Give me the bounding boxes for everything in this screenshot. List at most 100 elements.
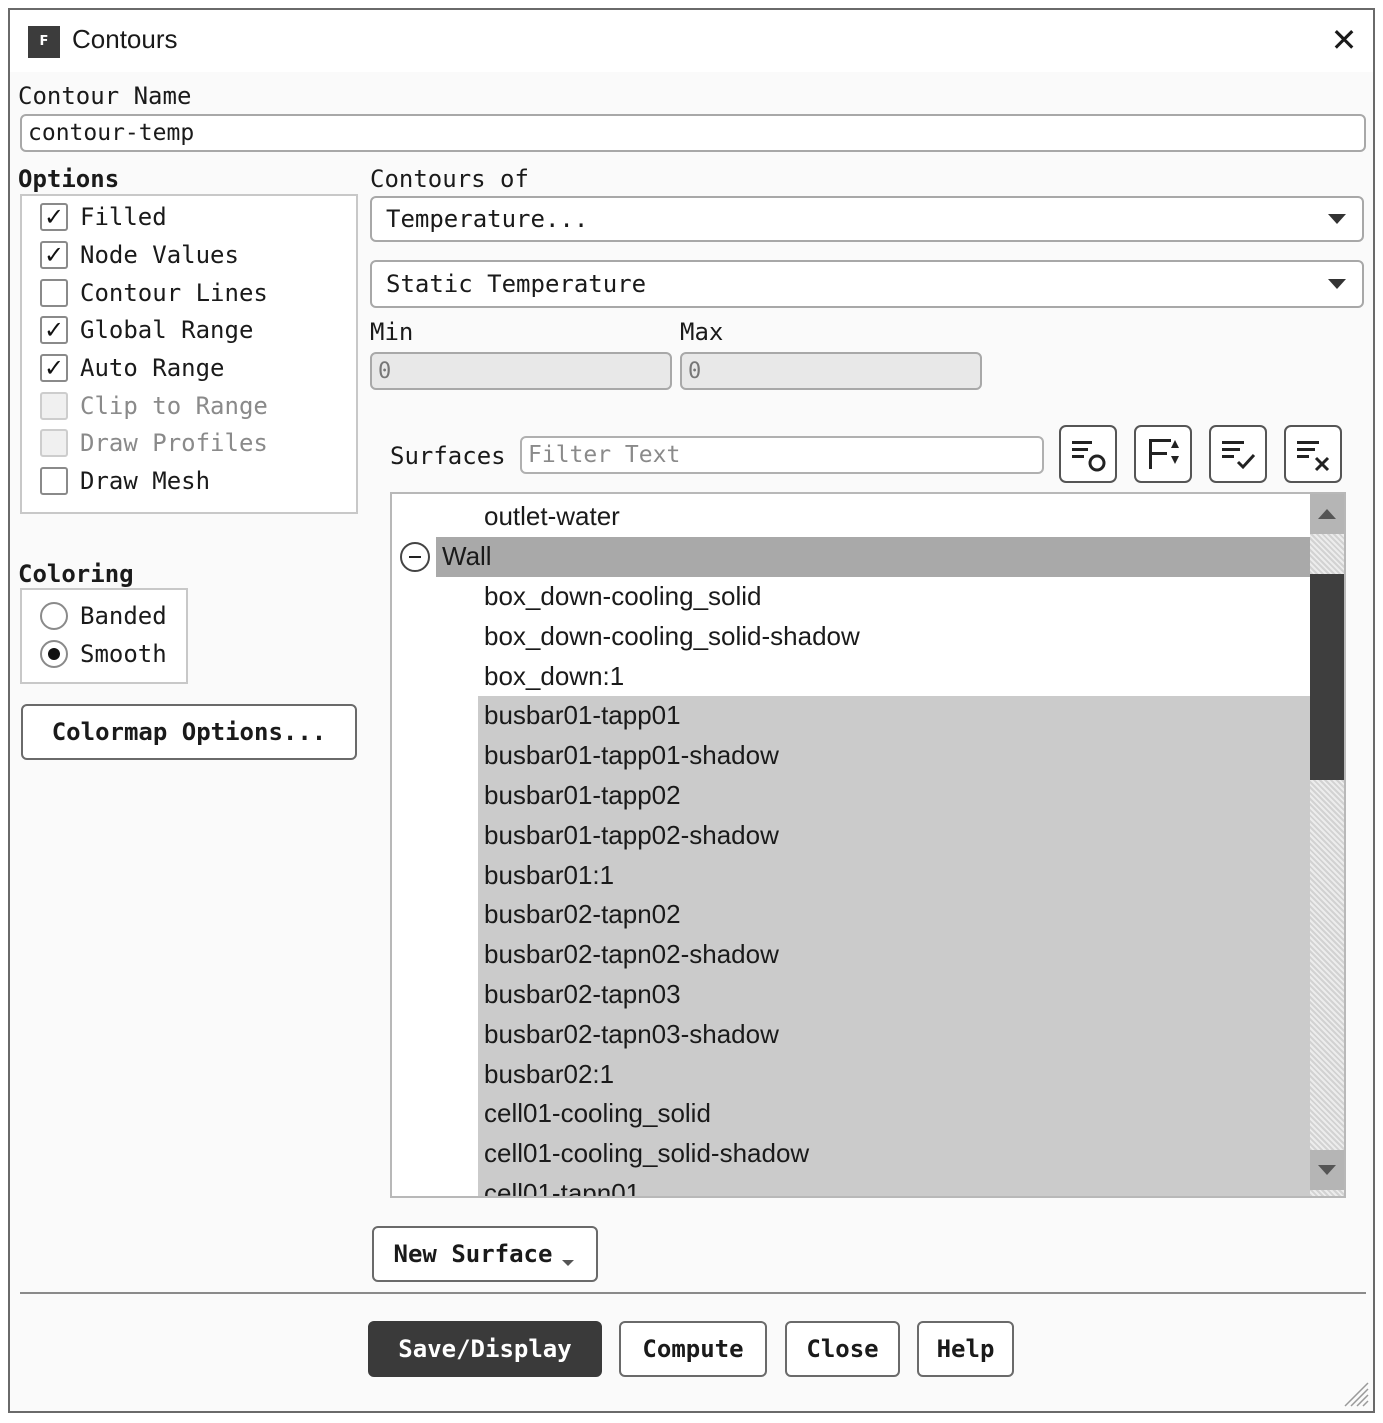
options-group: ✓ Filled ✓ Node Values Contour Lines ✓ Global … xyxy=(20,194,358,514)
window-title: Contours xyxy=(72,24,178,54)
option-label: Clip to Range xyxy=(80,392,268,420)
surface-name: busbar01:1 xyxy=(484,859,615,890)
contours-of-variable-dropdown[interactable]: Static Temperature xyxy=(370,260,1364,308)
max-label: Max xyxy=(680,318,724,346)
contours-of-label: Contours of xyxy=(370,165,529,193)
contours-of-category-dropdown[interactable]: Temperature... xyxy=(370,196,1364,242)
surface-list-item[interactable]: busbar01-tapp02 xyxy=(392,775,1310,816)
new-surface-label: New Surface xyxy=(393,1240,553,1268)
filter-placeholder: Filter Text xyxy=(528,442,681,468)
option-checkbox[interactable]: ✓ xyxy=(40,316,68,344)
contours-of-variable-value: Static Temperature xyxy=(386,270,647,298)
surface-list-item[interactable]: busbar02-tapn03 xyxy=(392,974,1310,1015)
surface-list-item[interactable]: box_down:1 xyxy=(392,656,1310,696)
deselect-all-button[interactable] xyxy=(1284,425,1342,483)
group-highlight xyxy=(436,536,1310,577)
surface-name: outlet-water xyxy=(484,501,620,532)
help-button[interactable]: Help xyxy=(917,1321,1014,1377)
surface-name: busbar02:1 xyxy=(484,1058,615,1089)
radio-selected-dot xyxy=(48,648,60,660)
options-heading: Options xyxy=(18,165,120,193)
surface-list-item[interactable]: busbar02-tapn02 xyxy=(392,895,1310,935)
surface-name: box_down-cooling_solid-shadow xyxy=(484,620,860,651)
sort-list-button[interactable] xyxy=(1134,425,1192,483)
surface-group-wall[interactable]: Wall xyxy=(392,536,1310,577)
contours-of-category-value: Temperature... xyxy=(386,205,589,233)
coloring-heading: Coloring xyxy=(18,560,134,588)
surfaces-filter-input[interactable]: Filter Text xyxy=(520,436,1044,474)
option-row[interactable]: ✓ Global Range xyxy=(40,315,253,345)
option-label: Global Range xyxy=(80,316,254,344)
option-checkbox[interactable]: ✓ xyxy=(40,203,68,231)
coloring-group: Banded Smooth xyxy=(20,588,188,684)
scroll-up-button[interactable] xyxy=(1310,494,1344,534)
surface-name: busbar02-tapn02 xyxy=(484,899,681,930)
scroll-down-button[interactable] xyxy=(1310,1150,1344,1190)
surface-list-item[interactable]: busbar01-tapp01 xyxy=(392,696,1310,736)
option-checkbox[interactable] xyxy=(40,467,68,495)
surface-name: busbar02-tapn03 xyxy=(484,978,681,1009)
option-checkbox[interactable]: ✓ xyxy=(40,241,68,269)
smooth-radio[interactable] xyxy=(40,640,68,668)
close-button[interactable]: Close xyxy=(785,1321,900,1377)
surface-name: cell01-cooling_solid-shadow xyxy=(484,1138,810,1169)
group-name: Wall xyxy=(442,541,492,572)
compute-button[interactable]: Compute xyxy=(619,1321,767,1377)
min-input[interactable]: 0 xyxy=(370,352,672,390)
option-row[interactable]: ✓ Node Values xyxy=(40,240,239,270)
close-window-icon[interactable]: ✕ xyxy=(1326,24,1362,60)
new-surface-button[interactable]: New Surface xyxy=(372,1226,598,1282)
surface-list-item[interactable]: cell01-cooling_solid-shadow xyxy=(392,1133,1310,1174)
option-checkbox[interactable]: ✓ xyxy=(40,354,68,382)
banded-radio-row[interactable]: Banded xyxy=(40,601,167,631)
option-checkbox xyxy=(40,429,68,457)
option-row[interactable]: ✓ Auto Range xyxy=(40,353,225,383)
collapse-minus-icon[interactable] xyxy=(400,541,430,572)
option-label: Draw Mesh xyxy=(80,467,211,495)
contour-name-label: Contour Name xyxy=(18,82,192,110)
surface-list-item[interactable]: busbar01-tapp01-shadow xyxy=(392,735,1310,776)
surfaces-list[interactable]: outlet-water Wall box_down-cooling_solid bo… xyxy=(390,492,1346,1198)
surface-list-item[interactable]: busbar02-tapn03-shadow xyxy=(392,1014,1310,1055)
option-checkbox[interactable] xyxy=(40,279,68,307)
surface-name: cell01-tapn01 xyxy=(484,1177,641,1198)
contours-dialog: F Contours ✕ Contour Name Options ✓ Fille… xyxy=(8,8,1375,1413)
list-filter-icon xyxy=(1072,441,1106,472)
surface-name: busbar01-tapp02 xyxy=(484,779,681,810)
surface-list-item[interactable]: busbar02-tapn02-shadow xyxy=(392,934,1310,975)
chevron-down-icon xyxy=(1328,214,1346,224)
smooth-radio-row[interactable]: Smooth xyxy=(40,639,167,669)
surface-list-item[interactable]: cell01-cooling_solid xyxy=(392,1094,1310,1134)
contour-name-input[interactable] xyxy=(20,114,1366,152)
footer-divider xyxy=(20,1292,1366,1294)
surface-list-item[interactable]: busbar01:1 xyxy=(392,855,1310,895)
save-display-button[interactable]: Save/Display xyxy=(368,1321,602,1377)
banded-label: Banded xyxy=(80,602,167,630)
title-bar[interactable]: F Contours ✕ xyxy=(10,10,1373,72)
option-row: Draw Profiles xyxy=(40,428,268,458)
option-row[interactable]: Draw Mesh xyxy=(40,466,210,496)
resize-grip-icon[interactable] xyxy=(1341,1379,1369,1407)
surface-name: cell01-cooling_solid xyxy=(484,1098,711,1129)
surface-list-item[interactable]: outlet-water xyxy=(392,497,1310,537)
surface-list-item[interactable]: busbar02:1 xyxy=(392,1054,1310,1094)
arrow-up-icon xyxy=(1318,509,1336,519)
colormap-options-button[interactable]: Colormap Options... xyxy=(21,704,357,760)
surfaces-scrollbar[interactable] xyxy=(1310,494,1344,1196)
option-row[interactable]: ✓ Filled xyxy=(40,202,167,232)
option-label: Node Values xyxy=(80,241,239,269)
fluent-app-icon: F xyxy=(28,26,60,58)
banded-radio[interactable] xyxy=(40,602,68,630)
option-row[interactable]: Contour Lines xyxy=(40,278,268,308)
scrollbar-thumb[interactable] xyxy=(1310,574,1344,780)
surface-list-item[interactable]: cell01-tapn01 xyxy=(392,1173,1310,1198)
select-from-list-button[interactable] xyxy=(1059,425,1117,483)
dropdown-arrow-icon xyxy=(562,1260,575,1266)
surface-list-item[interactable]: box_down-cooling_solid-shadow xyxy=(392,616,1310,656)
option-label: Contour Lines xyxy=(80,279,268,307)
select-all-button[interactable] xyxy=(1209,425,1267,483)
surface-list-item[interactable]: box_down-cooling_solid xyxy=(392,577,1310,617)
surface-list-item[interactable]: busbar01-tapp02-shadow xyxy=(392,815,1310,856)
surface-name: busbar02-tapn02-shadow xyxy=(484,939,779,970)
max-input[interactable]: 0 xyxy=(680,352,982,390)
